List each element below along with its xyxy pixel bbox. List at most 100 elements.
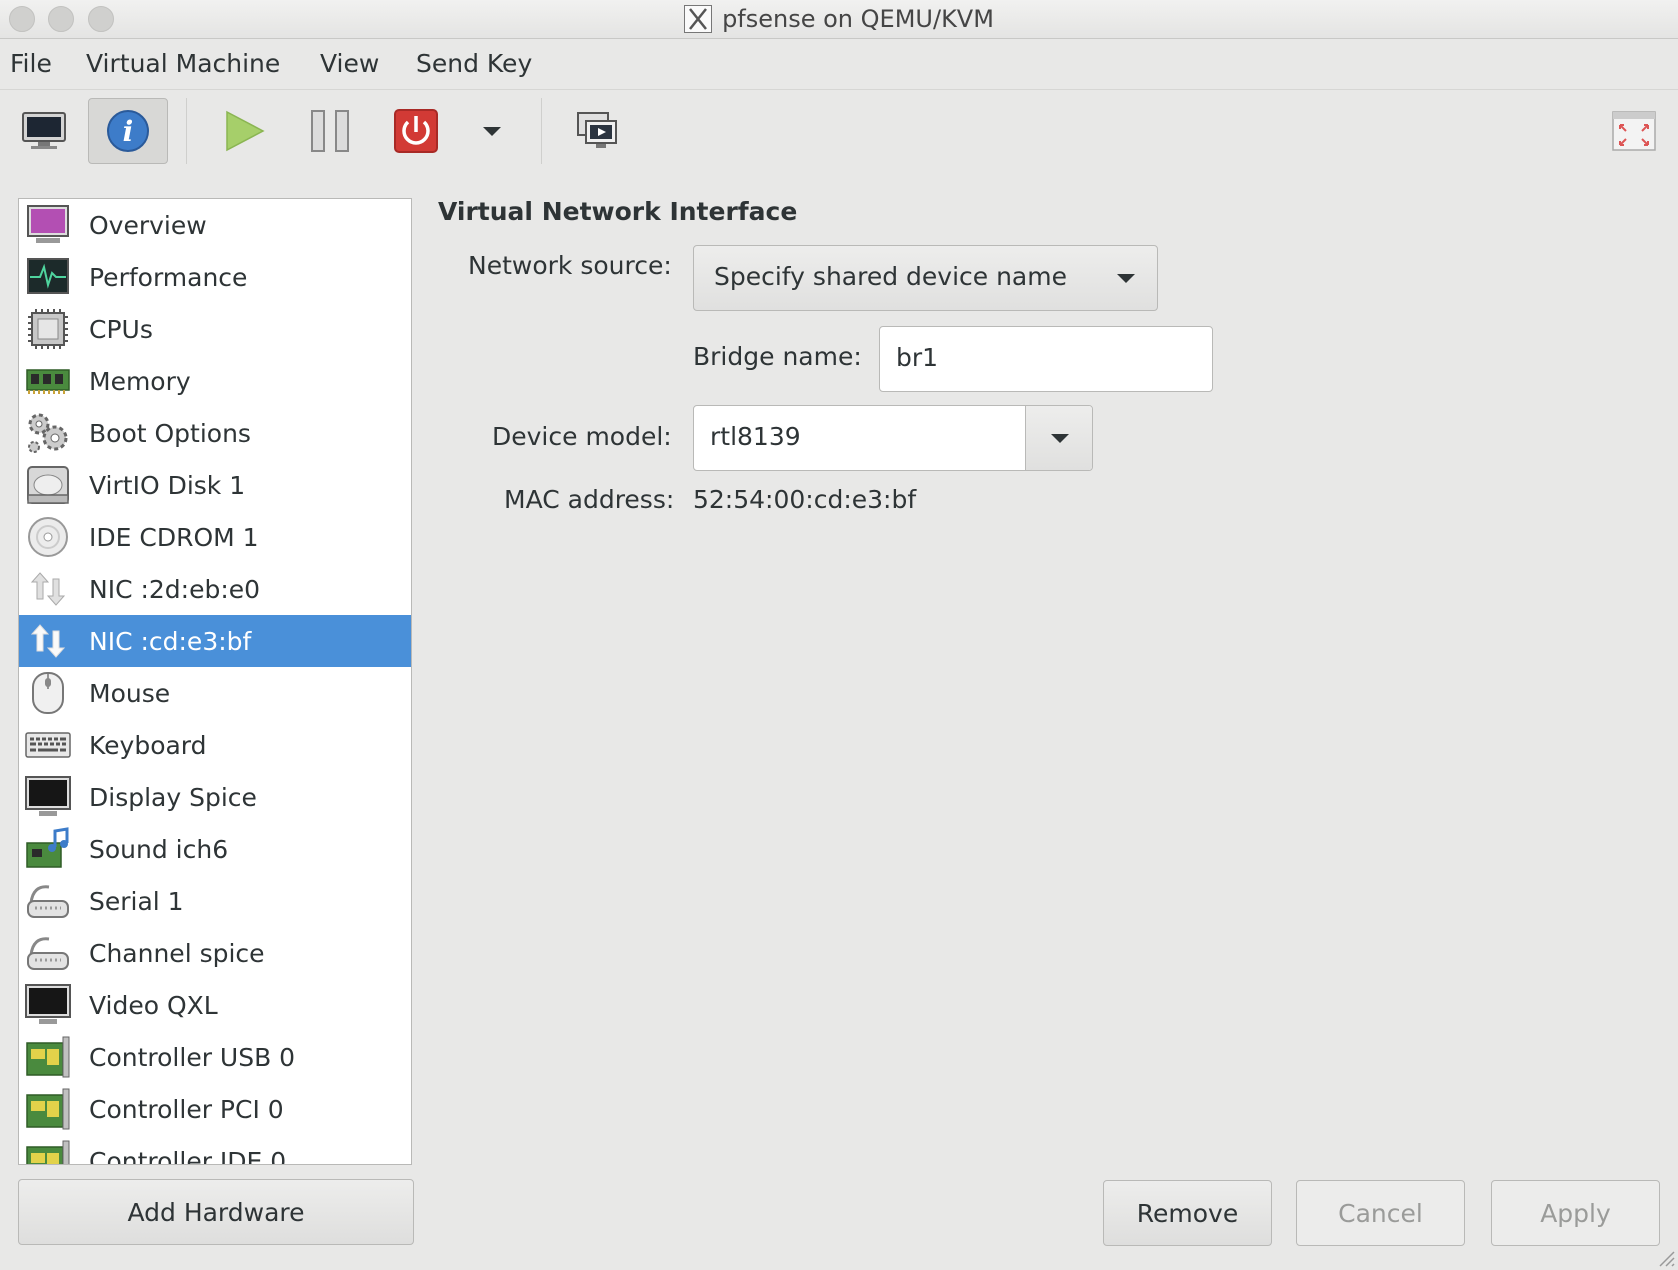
menu-view[interactable]: View xyxy=(320,49,379,78)
sound-icon xyxy=(26,827,69,868)
console-icon xyxy=(22,112,66,149)
apply-button[interactable]: Apply xyxy=(1491,1180,1660,1246)
hardware-item-label: Mouse xyxy=(89,678,171,708)
svg-text:i: i xyxy=(123,115,134,148)
section-title: Virtual Network Interface xyxy=(438,197,798,226)
keyboard-icon xyxy=(25,732,71,758)
device-model-input[interactable] xyxy=(710,422,1010,451)
hardware-item-label: Performance xyxy=(89,262,248,292)
hardware-item-label: Controller PCI 0 xyxy=(89,1094,284,1124)
hardware-item-label: Memory xyxy=(89,366,191,396)
hardware-item-keyboard[interactable]: Keyboard xyxy=(19,719,411,771)
console-button[interactable] xyxy=(4,98,84,164)
cdrom-icon xyxy=(28,517,68,557)
add-hardware-button[interactable]: Add Hardware xyxy=(18,1179,414,1245)
nic-icon xyxy=(30,572,66,606)
hardware-item-mouse[interactable]: Mouse xyxy=(19,667,411,719)
network-source-select[interactable]: Specify shared device name xyxy=(693,245,1158,311)
hardware-item-label: Video QXL xyxy=(89,990,218,1020)
fullscreen-button[interactable] xyxy=(1595,98,1673,164)
hardware-item-nic-2debe0[interactable]: NIC :2d:eb:e0 xyxy=(19,563,411,615)
run-button[interactable] xyxy=(204,98,284,164)
hardware-list: Overview Performance CPUs Memory Boot Op… xyxy=(18,198,412,1165)
hardware-item-display-spice[interactable]: Display Spice xyxy=(19,771,411,823)
controller-icon xyxy=(26,1088,70,1130)
hardware-item-serial[interactable]: Serial 1 xyxy=(19,875,411,927)
memory-icon xyxy=(26,369,70,394)
bridge-name-label: Bridge name: xyxy=(693,342,862,371)
hardware-item-ide-cdrom[interactable]: IDE CDROM 1 xyxy=(19,511,411,563)
controller-icon xyxy=(26,1140,70,1164)
gears-icon xyxy=(28,413,68,453)
mouse-icon xyxy=(32,672,64,714)
hardware-item-nic-cde3bf[interactable]: NIC :cd:e3:bf xyxy=(19,615,411,667)
shutdown-menu-button[interactable] xyxy=(452,98,532,164)
hardware-item-label: Keyboard xyxy=(89,730,207,760)
hardware-item-performance[interactable]: Performance xyxy=(19,251,411,303)
menu-send-key[interactable]: Send Key xyxy=(416,49,532,78)
hardware-item-label: Overview xyxy=(89,210,207,240)
bridge-name-input[interactable] xyxy=(896,343,1186,372)
menu-virtual-machine[interactable]: Virtual Machine xyxy=(86,49,280,78)
play-icon xyxy=(226,110,265,152)
power-icon xyxy=(394,109,438,153)
window-title-wrap: pfsense on QEMU/KVM xyxy=(0,5,1678,33)
hardware-item-label: VirtIO Disk 1 xyxy=(89,470,246,500)
toolbar-separator xyxy=(541,98,542,164)
hardware-item-virtio-disk[interactable]: VirtIO Disk 1 xyxy=(19,459,411,511)
hardware-item-sound[interactable]: Sound ich6 xyxy=(19,823,411,875)
display-icon xyxy=(25,776,71,816)
pause-icon xyxy=(311,110,349,152)
hardware-item-controller-pci[interactable]: Controller PCI 0 xyxy=(19,1083,411,1135)
cancel-button[interactable]: Cancel xyxy=(1296,1180,1465,1246)
remove-button[interactable]: Remove xyxy=(1103,1180,1272,1246)
hardware-item-label: Controller USB 0 xyxy=(89,1042,296,1072)
hardware-item-label: Boot Options xyxy=(89,418,251,448)
hardware-item-controller-ide[interactable]: Controller IDE 0 xyxy=(19,1135,411,1165)
hardware-item-label: Display Spice xyxy=(89,782,257,812)
mac-address-label: MAC address: xyxy=(504,485,675,514)
snapshots-button[interactable] xyxy=(558,98,638,164)
device-model-dropdown-button[interactable] xyxy=(1025,406,1092,470)
overview-icon xyxy=(27,205,69,243)
hardware-item-label: Sound ich6 xyxy=(89,834,229,864)
shutdown-button[interactable] xyxy=(376,98,456,164)
x11-icon xyxy=(684,5,713,33)
device-model-combo[interactable] xyxy=(693,405,1093,471)
hardware-item-label: IDE CDROM 1 xyxy=(89,522,259,552)
menu-bar: File Virtual Machine View Send Key xyxy=(0,39,1678,90)
toolbar: i xyxy=(0,90,1678,170)
cpu-icon xyxy=(28,309,68,349)
snapshot-icon xyxy=(577,112,617,148)
video-icon xyxy=(25,984,71,1024)
details-button[interactable]: i xyxy=(88,98,168,164)
fullscreen-icon xyxy=(1612,111,1656,151)
title-bar: pfsense on QEMU/KVM xyxy=(0,0,1678,39)
hardware-item-video-qxl[interactable]: Video QXL xyxy=(19,979,411,1031)
hardware-item-controller-usb[interactable]: Controller USB 0 xyxy=(19,1031,411,1083)
hardware-item-label: Channel spice xyxy=(89,938,265,968)
resize-grip-icon[interactable] xyxy=(1656,1248,1676,1268)
network-source-label: Network source: xyxy=(468,251,672,280)
controller-icon xyxy=(26,1036,70,1078)
chevron-down-icon xyxy=(1051,434,1069,443)
pause-button[interactable] xyxy=(290,98,370,164)
channel-icon xyxy=(27,937,69,970)
hardware-item-channel-spice[interactable]: Channel spice xyxy=(19,927,411,979)
hardware-item-label: NIC :cd:e3:bf xyxy=(89,626,252,656)
hardware-item-label: CPUs xyxy=(89,314,153,344)
device-model-label: Device model: xyxy=(492,422,672,451)
hardware-item-memory[interactable]: Memory xyxy=(19,355,411,407)
hardware-item-boot-options[interactable]: Boot Options xyxy=(19,407,411,459)
performance-icon xyxy=(27,258,69,294)
hardware-item-cpus[interactable]: CPUs xyxy=(19,303,411,355)
bridge-name-field[interactable] xyxy=(879,326,1213,392)
menu-file[interactable]: File xyxy=(10,49,52,78)
chevron-down-icon xyxy=(483,126,501,136)
network-source-value: Specify shared device name xyxy=(714,262,1067,291)
hardware-item-overview[interactable]: Overview xyxy=(19,199,411,251)
info-icon: i xyxy=(107,110,149,152)
hardware-item-label: Controller IDE 0 xyxy=(89,1146,287,1165)
hardware-item-label: NIC :2d:eb:e0 xyxy=(89,574,261,604)
window-title: pfsense on QEMU/KVM xyxy=(722,5,994,33)
